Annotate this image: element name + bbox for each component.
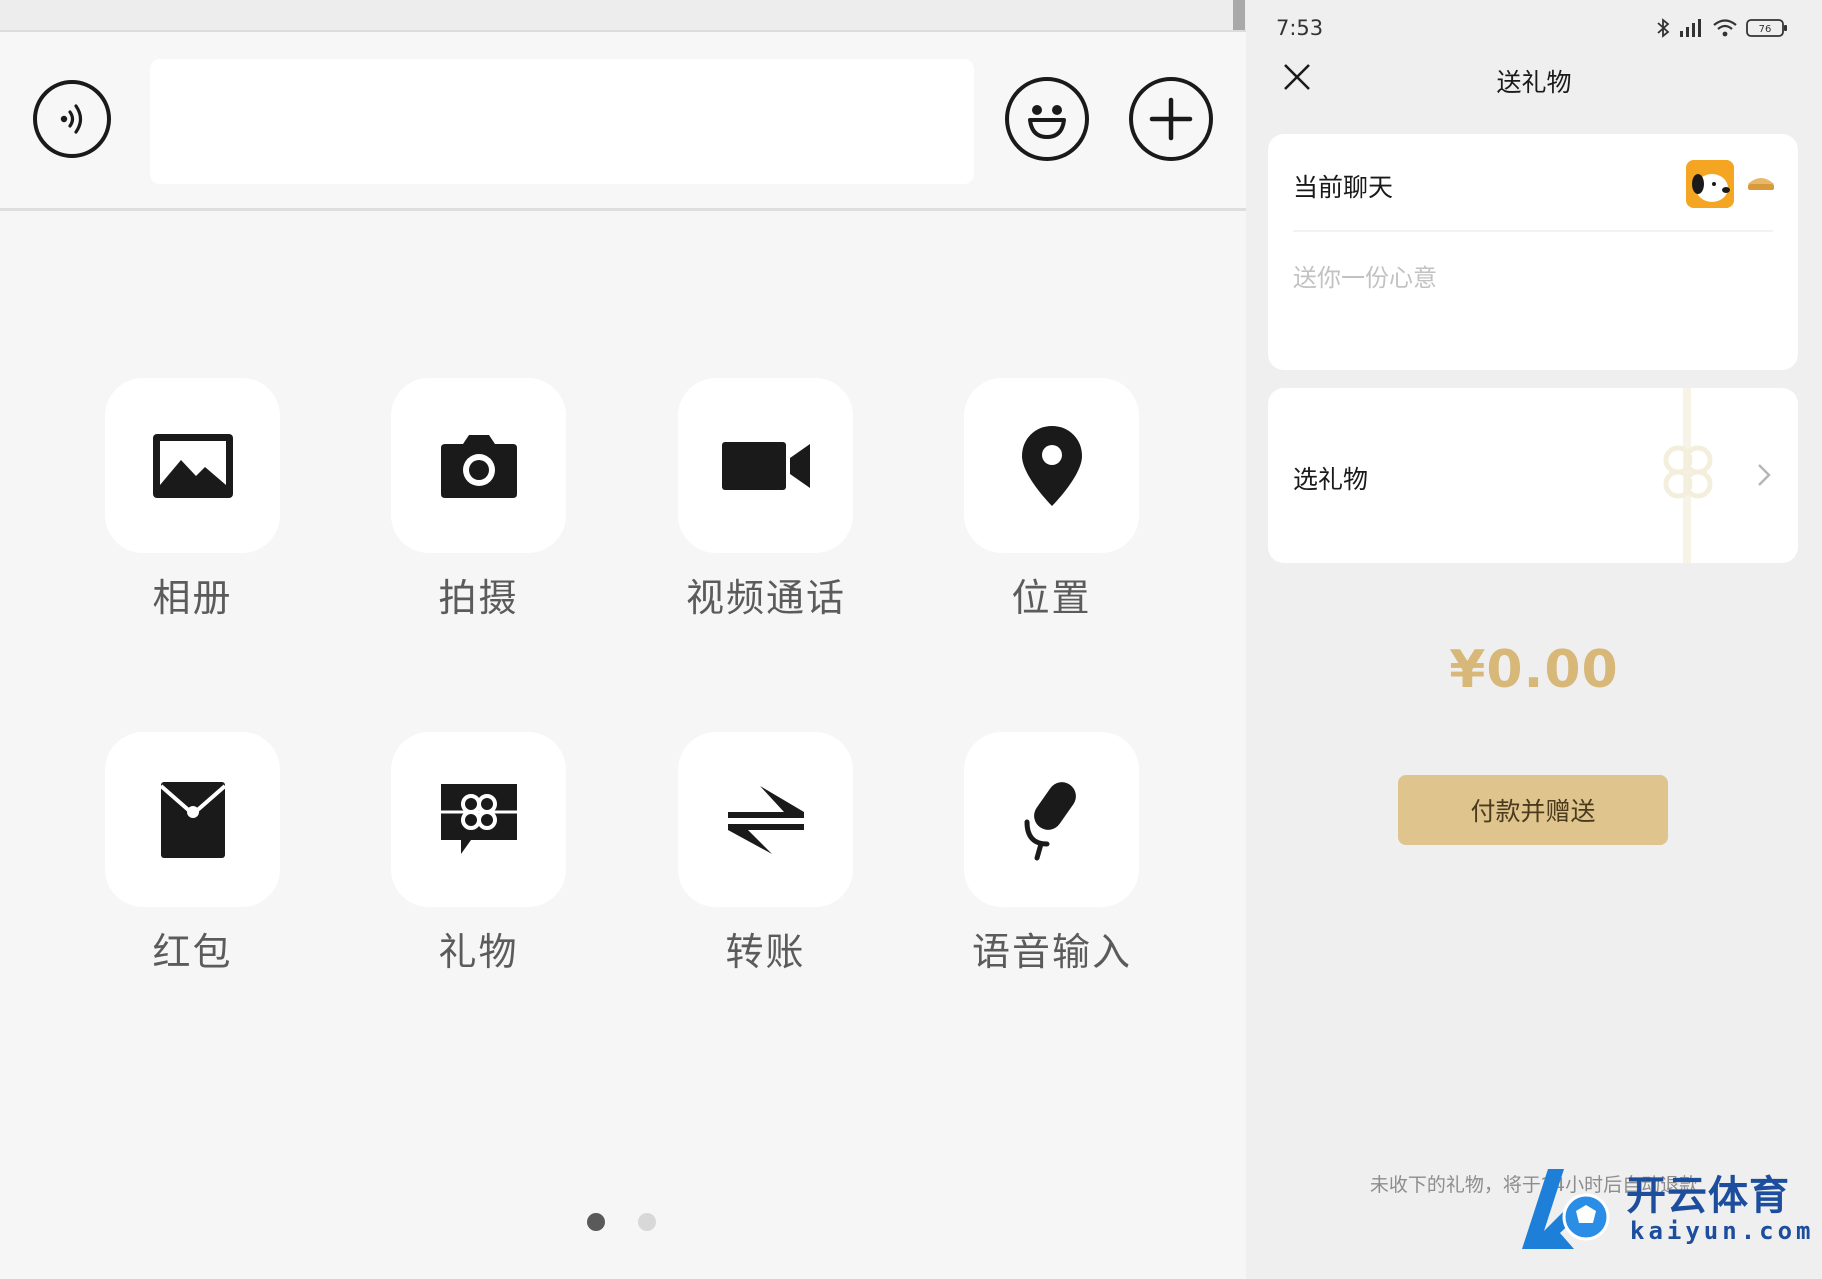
bluetooth-icon — [1657, 18, 1670, 38]
gift-icon — [440, 783, 517, 854]
menu-item-label: 语音输入 — [971, 930, 1132, 974]
choose-gift-label: 选礼物 — [1293, 465, 1369, 494]
chat-extension-panel: 相册 拍摄 视频通话 位置 红包 礼物 转账 语音输入 — [0, 0, 1246, 1279]
menu-item-video-call[interactable]: 视频通话 — [678, 378, 853, 622]
location-pin-icon — [1021, 425, 1082, 506]
menu-item-location[interactable]: 位置 — [964, 378, 1139, 622]
avatar — [1686, 160, 1734, 208]
status-time: 7:53 — [1276, 16, 1324, 40]
menu-tile[interactable] — [964, 378, 1139, 553]
wifi-icon — [1713, 19, 1737, 37]
voice-toggle-button[interactable] — [33, 80, 111, 158]
gift-amount: ¥0.00 — [1449, 640, 1619, 700]
voice-icon — [60, 104, 83, 134]
plus-icon — [1149, 97, 1193, 141]
pie-icon — [1748, 178, 1774, 190]
top-strip — [0, 0, 1246, 32]
signal-icon — [1680, 19, 1701, 37]
menu-tile[interactable] — [964, 732, 1139, 907]
current-chat-label: 当前聊天 — [1293, 173, 1394, 202]
microphone-icon — [1024, 781, 1076, 860]
smiley-face-icon — [1028, 105, 1066, 139]
page-indicator — [587, 1213, 656, 1231]
battery-level: 76 — [1759, 24, 1772, 35]
menu-item-album[interactable]: 相册 — [105, 378, 280, 622]
camera-icon — [440, 434, 517, 498]
scrollbar-thumb[interactable] — [1233, 0, 1245, 30]
dog-avatar-icon — [1686, 160, 1734, 208]
photo-album-icon — [152, 433, 233, 498]
page-dot-active[interactable] — [587, 1213, 605, 1231]
menu-tile[interactable] — [678, 378, 853, 553]
pay-and-send-button[interactable]: 付款并赠送 — [1398, 775, 1668, 845]
menu-item-label: 拍摄 — [438, 576, 519, 620]
menu-item-label: 相册 — [152, 576, 233, 620]
recipient-card: 当前聊天 — [1268, 134, 1798, 370]
status-icons: 76 — [1656, 18, 1788, 38]
divider — [1293, 230, 1773, 232]
watermark-brand: 开云体育 — [1626, 1173, 1790, 1219]
video-call-icon — [721, 441, 810, 490]
chevron-right-icon — [1758, 464, 1771, 486]
menu-item-gift[interactable]: 礼物 — [391, 732, 566, 976]
menu-tile[interactable] — [391, 378, 566, 553]
menu-item-label: 红包 — [152, 930, 233, 974]
menu-tile[interactable] — [105, 732, 280, 907]
red-packet-icon — [159, 781, 226, 858]
menu-tile[interactable] — [678, 732, 853, 907]
gift-message-input[interactable] — [1293, 258, 1763, 298]
menu-item-label: 礼物 — [438, 930, 519, 974]
watermark-domain: kaiyun.com — [1630, 1217, 1815, 1245]
choose-gift-row[interactable]: 选礼物 — [1268, 388, 1798, 563]
page-title: 送礼物 — [1496, 68, 1572, 97]
menu-item-label: 视频通话 — [685, 576, 846, 620]
menu-item-transfer[interactable]: 转账 — [678, 732, 853, 976]
kaiyun-logo-icon — [1522, 1169, 1610, 1249]
menu-item-voice-input[interactable]: 语音输入 — [964, 732, 1139, 976]
transfer-icon — [727, 785, 804, 854]
menu-item-label: 转账 — [725, 930, 806, 974]
page-dot[interactable] — [638, 1213, 656, 1231]
message-input[interactable] — [150, 59, 974, 184]
menu-item-red-packet[interactable]: 红包 — [105, 732, 280, 976]
chat-input-bar — [0, 32, 1246, 211]
emoji-button[interactable] — [1005, 77, 1089, 161]
brand-watermark: 开云体育 kaiyun.com — [1514, 1161, 1811, 1253]
current-chat-row[interactable]: 当前聊天 — [1268, 134, 1798, 230]
menu-item-label: 位置 — [1011, 576, 1092, 620]
menu-item-camera[interactable]: 拍摄 — [391, 378, 566, 622]
bow-decoration-icon — [1663, 445, 1713, 499]
menu-tile[interactable] — [391, 732, 566, 907]
send-gift-panel: 7:53 76 送礼物 当前聊天 送你一份心意 选礼物 ¥0.00 付款并赠送 … — [1246, 0, 1822, 1279]
more-options-button[interactable] — [1129, 77, 1213, 161]
battery-icon: 76 — [1746, 19, 1787, 37]
menu-tile[interactable] — [105, 378, 280, 553]
